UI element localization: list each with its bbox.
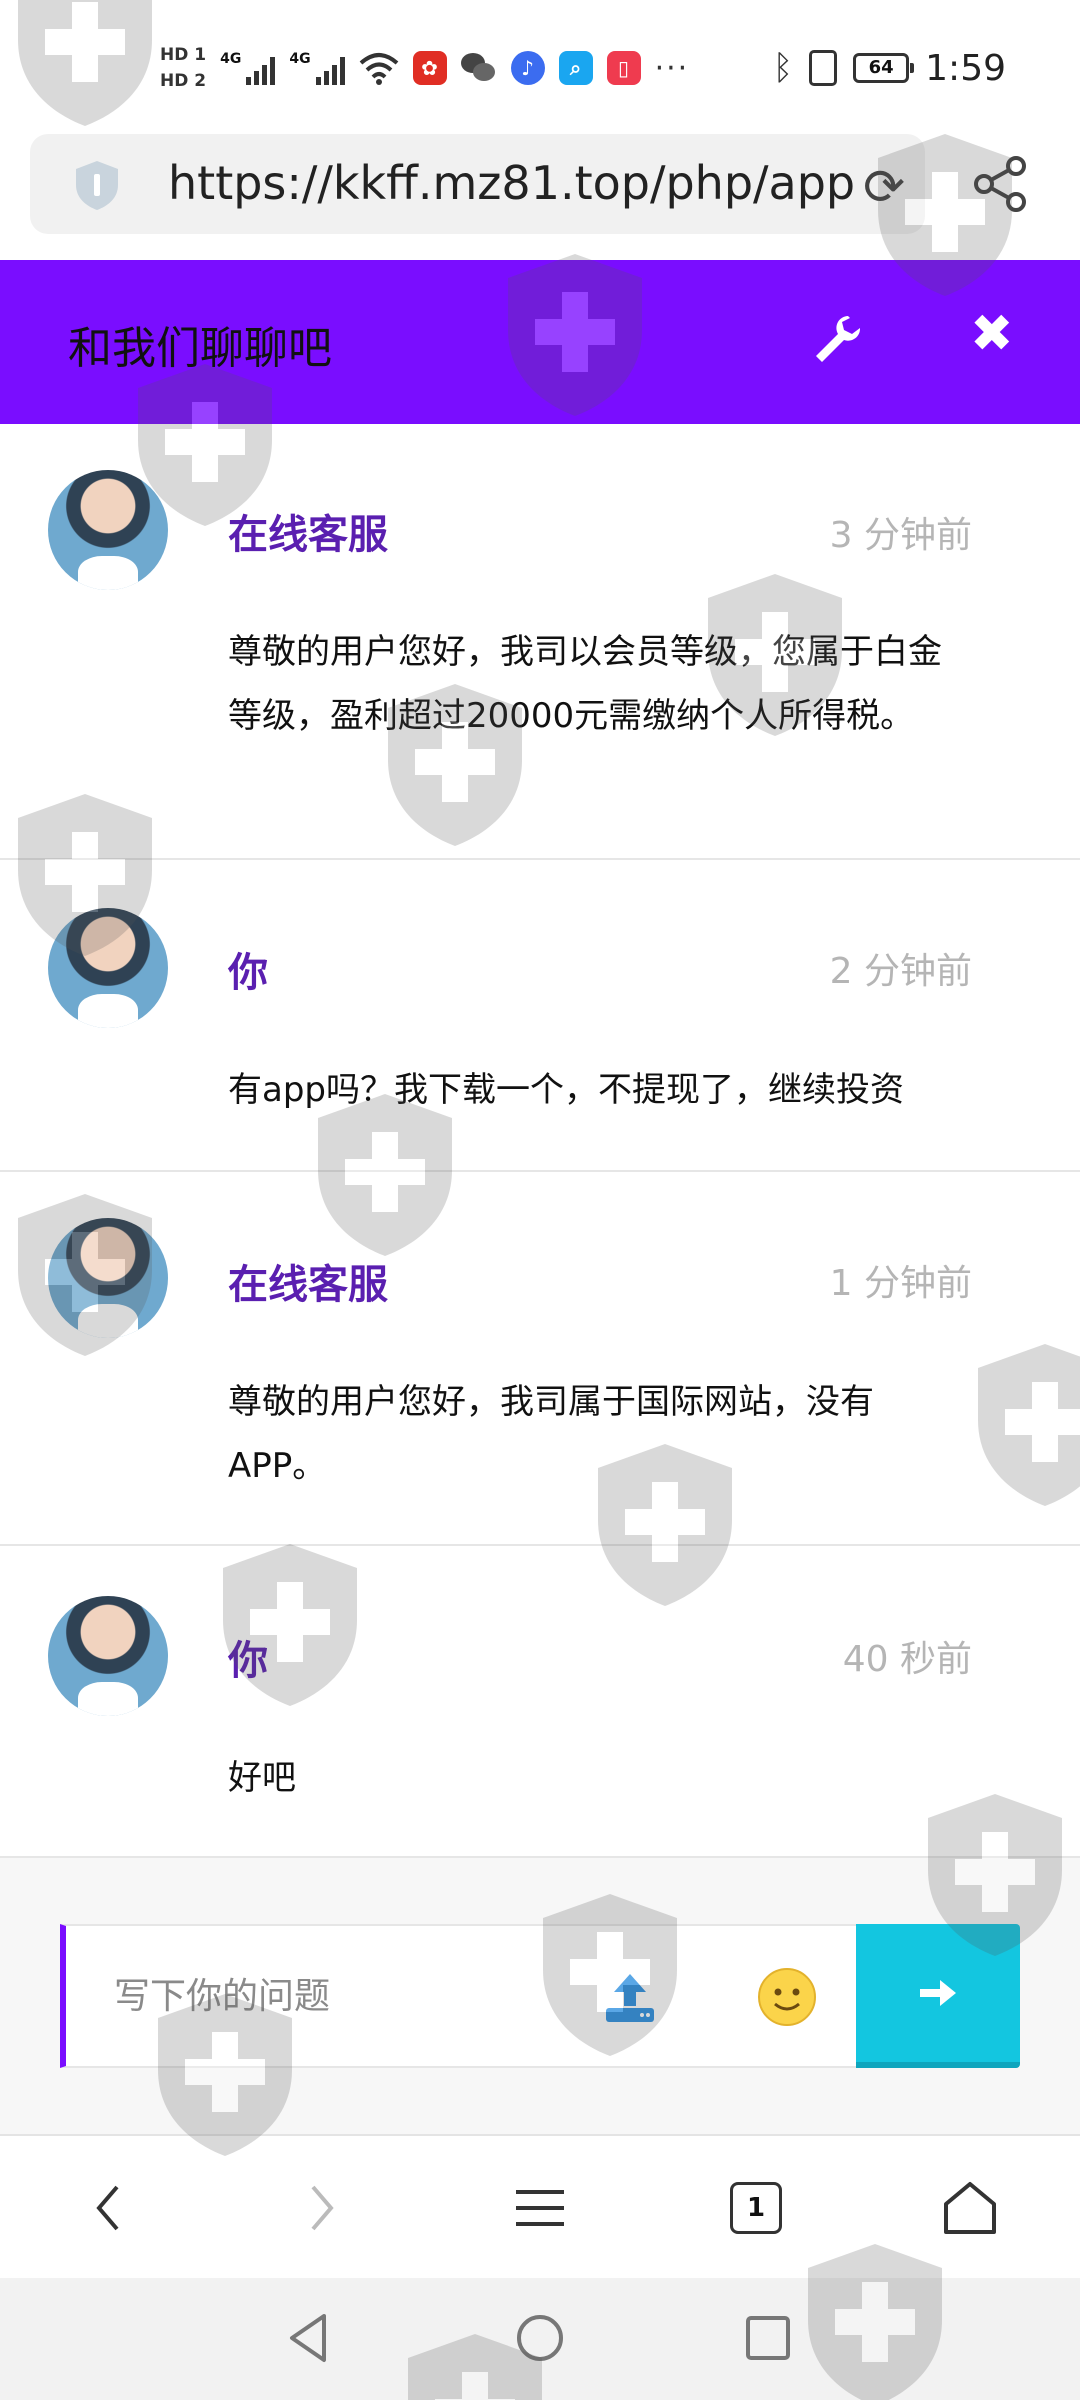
hd-1-label: HD 1 bbox=[160, 45, 207, 65]
url-text[interactable]: https://kkff.mz81.top/php/app bbox=[168, 156, 858, 210]
message-time: 40 秒前 bbox=[842, 1639, 972, 1680]
avatar bbox=[48, 470, 168, 590]
forward-button[interactable] bbox=[292, 2172, 352, 2244]
search-app-icon: ⌕ bbox=[558, 51, 593, 85]
chat-title: 和我们聊聊吧 bbox=[68, 323, 332, 374]
security-shield-icon[interactable] bbox=[70, 158, 124, 212]
chat-message: 你 2 分钟前 有app吗？我下载一个，不提现了，继续投资 bbox=[0, 860, 1080, 1172]
chat-message: 在线客服 1 分钟前 尊敬的用户您好，我司属于国际网站，没有APP。 bbox=[0, 1172, 1080, 1546]
status-bar: HD 1 HD 2 4G 4G ✿ ♪ ⌕ ▯ ··· ᛒ 64 1:59 bbox=[0, 0, 1080, 132]
message-text: 好吧 bbox=[228, 1758, 296, 1798]
smiley-icon[interactable] bbox=[756, 1966, 818, 2028]
question-input-box bbox=[60, 1924, 858, 2068]
music-app-icon: ♪ bbox=[510, 51, 545, 85]
message-text: 有app吗？我下载一个，不提现了，继续投资 bbox=[228, 1070, 904, 1110]
hd-indicators: HD 1 HD 2 bbox=[160, 45, 206, 91]
chat-header: 和我们聊聊吧 ✖ bbox=[0, 260, 1080, 424]
message-sender: 你 bbox=[228, 1638, 268, 1684]
chevron-left-icon bbox=[96, 2185, 119, 2231]
menu-icon bbox=[516, 2190, 564, 2226]
message-time: 2 分钟前 bbox=[829, 951, 972, 992]
question-input[interactable] bbox=[114, 1956, 554, 2036]
bluetooth-icon: ᛒ bbox=[772, 48, 794, 88]
home-icon bbox=[944, 2182, 996, 2234]
avatar bbox=[48, 908, 168, 1028]
wechat-icon bbox=[460, 51, 497, 85]
pinduoduo-app-icon: ✿ bbox=[412, 51, 447, 85]
more-notifications-icon: ··· bbox=[654, 50, 690, 86]
message-time: 3 分钟前 bbox=[829, 515, 972, 556]
send-button[interactable] bbox=[856, 1924, 1020, 2068]
tab-count: 1 bbox=[730, 2182, 782, 2234]
message-time: 1 分钟前 bbox=[829, 1263, 972, 1304]
message-text: 尊敬的用户您好，我司属于国际网站，没有APP。 bbox=[228, 1382, 874, 1486]
vibrate-icon bbox=[809, 50, 838, 86]
browser-toolbar: 1 bbox=[0, 2138, 1080, 2278]
arrow-right-icon bbox=[920, 1980, 956, 2006]
hd-2-label: HD 2 bbox=[160, 71, 207, 91]
upload-icon[interactable] bbox=[602, 1970, 658, 2026]
system-navigation-bar bbox=[0, 2278, 1080, 2400]
reload-icon[interactable]: ⟳ bbox=[863, 158, 905, 216]
message-composer bbox=[0, 1858, 1080, 2136]
avatar bbox=[48, 1218, 168, 1338]
share-icon[interactable] bbox=[970, 154, 1030, 214]
reader-app-icon: ▯ bbox=[606, 51, 641, 85]
battery-icon: 64 bbox=[853, 53, 915, 83]
tabs-button[interactable]: 1 bbox=[726, 2172, 786, 2244]
wifi-icon bbox=[359, 53, 398, 85]
browser-address-bar: https://kkff.mz81.top/php/app ⟳ bbox=[0, 132, 1080, 260]
clock: 1:59 bbox=[925, 47, 1006, 89]
message-sender: 在线客服 bbox=[228, 1262, 388, 1308]
chat-message: 在线客服 3 分钟前 尊敬的用户您好，我司以会员等级，您属于白金等级，盈利超过2… bbox=[0, 424, 1080, 860]
back-button[interactable] bbox=[78, 2172, 138, 2244]
chat-message: 你 40 秒前 好吧 bbox=[0, 1546, 1080, 1858]
avatar bbox=[48, 1596, 168, 1716]
nav-home-icon[interactable] bbox=[510, 2308, 570, 2368]
close-icon[interactable]: ✖ bbox=[970, 304, 1014, 364]
message-sender: 你 bbox=[228, 950, 268, 996]
message-sender: 在线客服 bbox=[228, 512, 388, 558]
signal-icon-sim1: 4G bbox=[220, 51, 276, 85]
chevron-right-icon bbox=[311, 2185, 334, 2231]
nav-back-icon[interactable] bbox=[280, 2308, 340, 2368]
url-field[interactable]: https://kkff.mz81.top/php/app ⟳ bbox=[30, 134, 925, 234]
message-text: 尊敬的用户您好，我司以会员等级，您属于白金等级，盈利超过20000元需缴纳个人所… bbox=[228, 632, 942, 736]
nav-recents-icon[interactable] bbox=[738, 2308, 798, 2368]
home-button[interactable] bbox=[938, 2172, 1002, 2244]
signal-icon-sim2: 4G bbox=[289, 51, 345, 85]
menu-button[interactable] bbox=[510, 2172, 570, 2244]
wrench-icon[interactable] bbox=[808, 310, 864, 366]
